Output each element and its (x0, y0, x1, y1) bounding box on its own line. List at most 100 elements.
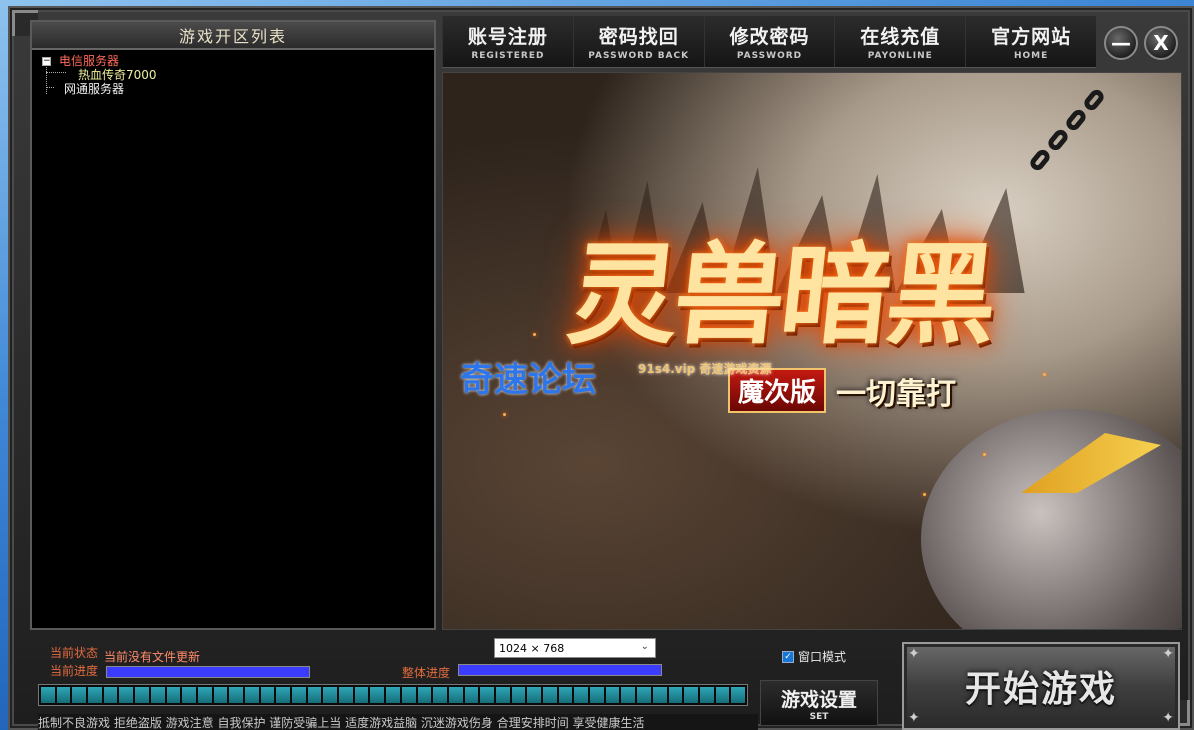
server-tree: − 电信服务器 热血传奇7000 网通服务器 (32, 50, 434, 96)
segment-block (731, 687, 745, 703)
segment-block (166, 687, 181, 703)
server-list-panel: 游戏开区列表 − 电信服务器 热血传奇7000 网通服务器 (30, 20, 436, 630)
segment-block (652, 687, 667, 703)
segment-block (197, 687, 212, 703)
settings-sublabel: SET (809, 711, 829, 722)
segment-block (354, 687, 369, 703)
segment-block (260, 687, 275, 703)
tree-node-label: 网通服务器 (64, 82, 125, 96)
segment-block (684, 687, 698, 703)
segment-block (417, 687, 432, 703)
spark (983, 453, 986, 456)
nav-label: 在线充值 (860, 26, 941, 48)
segment-block (558, 687, 573, 703)
segment-block (464, 687, 479, 703)
corner-star-icon: ✦ (908, 710, 920, 726)
overall-progress-label: 整体进度 (402, 666, 451, 680)
chain-link (1081, 87, 1107, 113)
nav-label: 修改密码 (729, 26, 810, 48)
segment-block (135, 687, 149, 703)
segment-block (574, 687, 589, 703)
segment-block (307, 687, 322, 703)
segment-block (41, 687, 55, 703)
spark (1043, 373, 1046, 376)
tree-node-label: 热血传奇7000 (78, 68, 157, 82)
segment-block (448, 687, 463, 703)
spark (533, 333, 536, 336)
segment-block (605, 687, 620, 703)
segment-block (276, 687, 290, 703)
minimize-button[interactable]: — (1104, 26, 1138, 60)
resolution-value: 1024 × 768 (499, 641, 565, 655)
download-segments-bar (38, 684, 748, 706)
segment-block (323, 687, 338, 703)
start-game-button[interactable]: ✦ ✦ ✦ ✦ 开始游戏 (902, 642, 1180, 730)
status-area: 当前状态 当前没有文件更新 当前进度 整体进度 1024 × 768 ⌄ ✓ 窗… (30, 634, 1180, 730)
progress-fill (459, 665, 661, 675)
nav-password-recovery-button[interactable]: 密码找回 PASSWORD BACK (572, 16, 704, 67)
spark (503, 413, 506, 416)
nav-label: 官方网站 (991, 26, 1072, 48)
corner-star-icon: ✦ (908, 646, 920, 662)
segment-block (590, 687, 604, 703)
segment-block (103, 687, 118, 703)
settings-label: 游戏设置 (780, 688, 857, 711)
health-tips-ticker: 抵制不良游戏 拒绝盗版 游戏注意 自我保护 谨防受骗上当 适度游戏益脑 沉迷游戏… (38, 714, 758, 730)
spark (923, 493, 926, 496)
tree-node-telecom[interactable]: − 电信服务器 (42, 54, 434, 68)
banner-title: 灵兽暗黑 (562, 230, 1000, 359)
overall-progress-bar (458, 664, 662, 676)
chevron-down-icon: ⌄ (640, 641, 649, 652)
current-progress-label: 当前进度 (50, 664, 99, 678)
watermark-text: 奇速论坛 (460, 360, 596, 400)
segment-block (370, 687, 385, 703)
checkbox-checked-icon[interactable]: ✓ (782, 650, 794, 663)
current-state-value: 当前没有文件更新 (104, 650, 201, 664)
resolution-select[interactable]: 1024 × 768 ⌄ (494, 638, 656, 658)
corner-star-icon: ✦ (1162, 710, 1174, 726)
segment-block (715, 687, 730, 703)
segment-block (213, 687, 228, 703)
nav-change-password-button[interactable]: 修改密码 PASSWORD (703, 16, 835, 67)
game-settings-button[interactable]: 游戏设置 SET (760, 680, 878, 726)
segment-block (56, 687, 71, 703)
segment-block (88, 687, 102, 703)
tree-node-server[interactable]: 热血传奇7000 (42, 68, 434, 82)
segment-block (182, 687, 196, 703)
segment-block (72, 687, 87, 703)
watermark-subtext: 91s4.vip 奇速游戏资源 (638, 362, 772, 376)
segment-block (668, 687, 683, 703)
segment-block (229, 687, 243, 703)
nav-sublabel: PAYONLINE (867, 51, 933, 61)
segment-block (495, 687, 510, 703)
nav-home-button[interactable]: 官方网站 HOME (965, 16, 1096, 67)
segment-block (150, 687, 165, 703)
progress-fill (107, 667, 309, 677)
nav-label: 账号注册 (467, 26, 548, 48)
forum-watermark: 奇速论坛 91s4.vip 奇速游戏资源 (460, 352, 771, 401)
nav-recharge-button[interactable]: 在线充值 PAYONLINE (834, 16, 965, 67)
segment-block (401, 687, 416, 703)
server-list-title: 游戏开区列表 (32, 22, 434, 50)
segment-block (119, 687, 134, 703)
nav-sublabel: PASSWORD (736, 51, 803, 61)
collapse-toggle-icon[interactable]: − (42, 57, 51, 66)
segment-block (527, 687, 541, 703)
close-button[interactable]: X (1144, 26, 1178, 60)
segment-block (621, 687, 636, 703)
segment-block (543, 687, 557, 703)
tree-node-unicom[interactable]: 网通服务器 (42, 82, 434, 96)
nav-sublabel: HOME (1013, 51, 1049, 61)
segment-block (637, 687, 651, 703)
chain-link (1027, 147, 1053, 173)
chain-link (1063, 107, 1089, 133)
top-nav: 账号注册 REGISTERED 密码找回 PASSWORD BACK 修改密码 … (442, 16, 1096, 68)
windowed-mode-checkbox[interactable]: ✓ 窗口模式 (782, 648, 846, 665)
chain-link (1045, 127, 1071, 153)
segment-block (292, 687, 306, 703)
tree-node-label: 电信服务器 (59, 54, 120, 68)
segment-block (511, 687, 526, 703)
segment-block (339, 687, 353, 703)
nav-sublabel: PASSWORD BACK (588, 51, 690, 61)
nav-register-button[interactable]: 账号注册 REGISTERED (442, 16, 573, 67)
